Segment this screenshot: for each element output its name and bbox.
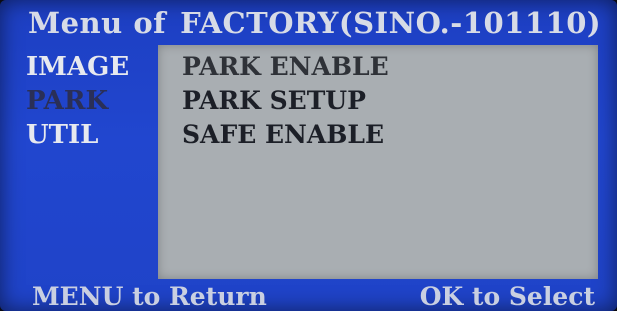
menu-item-safe-enable[interactable]: SAFE ENABLE: [182, 118, 384, 152]
sidebar-item-park[interactable]: PARK: [26, 84, 156, 118]
device-name: FACTORY(SINO.-101110): [180, 6, 602, 40]
menu-item-park-setup[interactable]: PARK SETUP: [182, 84, 366, 118]
menu-item-park-enable[interactable]: PARK ENABLE: [182, 50, 389, 84]
menu-label: Menu of: [28, 6, 167, 40]
menu-title: Menu of FACTORY(SINO.-101110): [28, 3, 601, 43]
sidebar-menu: IMAGE PARK UTIL: [26, 50, 156, 152]
return-hint: MENU to Return: [32, 282, 267, 311]
sidebar-item-image[interactable]: IMAGE: [26, 50, 156, 84]
select-hint: OK to Select: [419, 282, 595, 311]
osd-screen: Menu of FACTORY(SINO.-101110) IMAGE PARK …: [0, 0, 617, 311]
footer-hints: MENU to Return OK to Select: [22, 282, 595, 311]
submenu-panel: PARK ENABLE PARK SETUP SAFE ENABLE: [158, 45, 598, 279]
sidebar-item-util[interactable]: UTIL: [26, 118, 156, 152]
